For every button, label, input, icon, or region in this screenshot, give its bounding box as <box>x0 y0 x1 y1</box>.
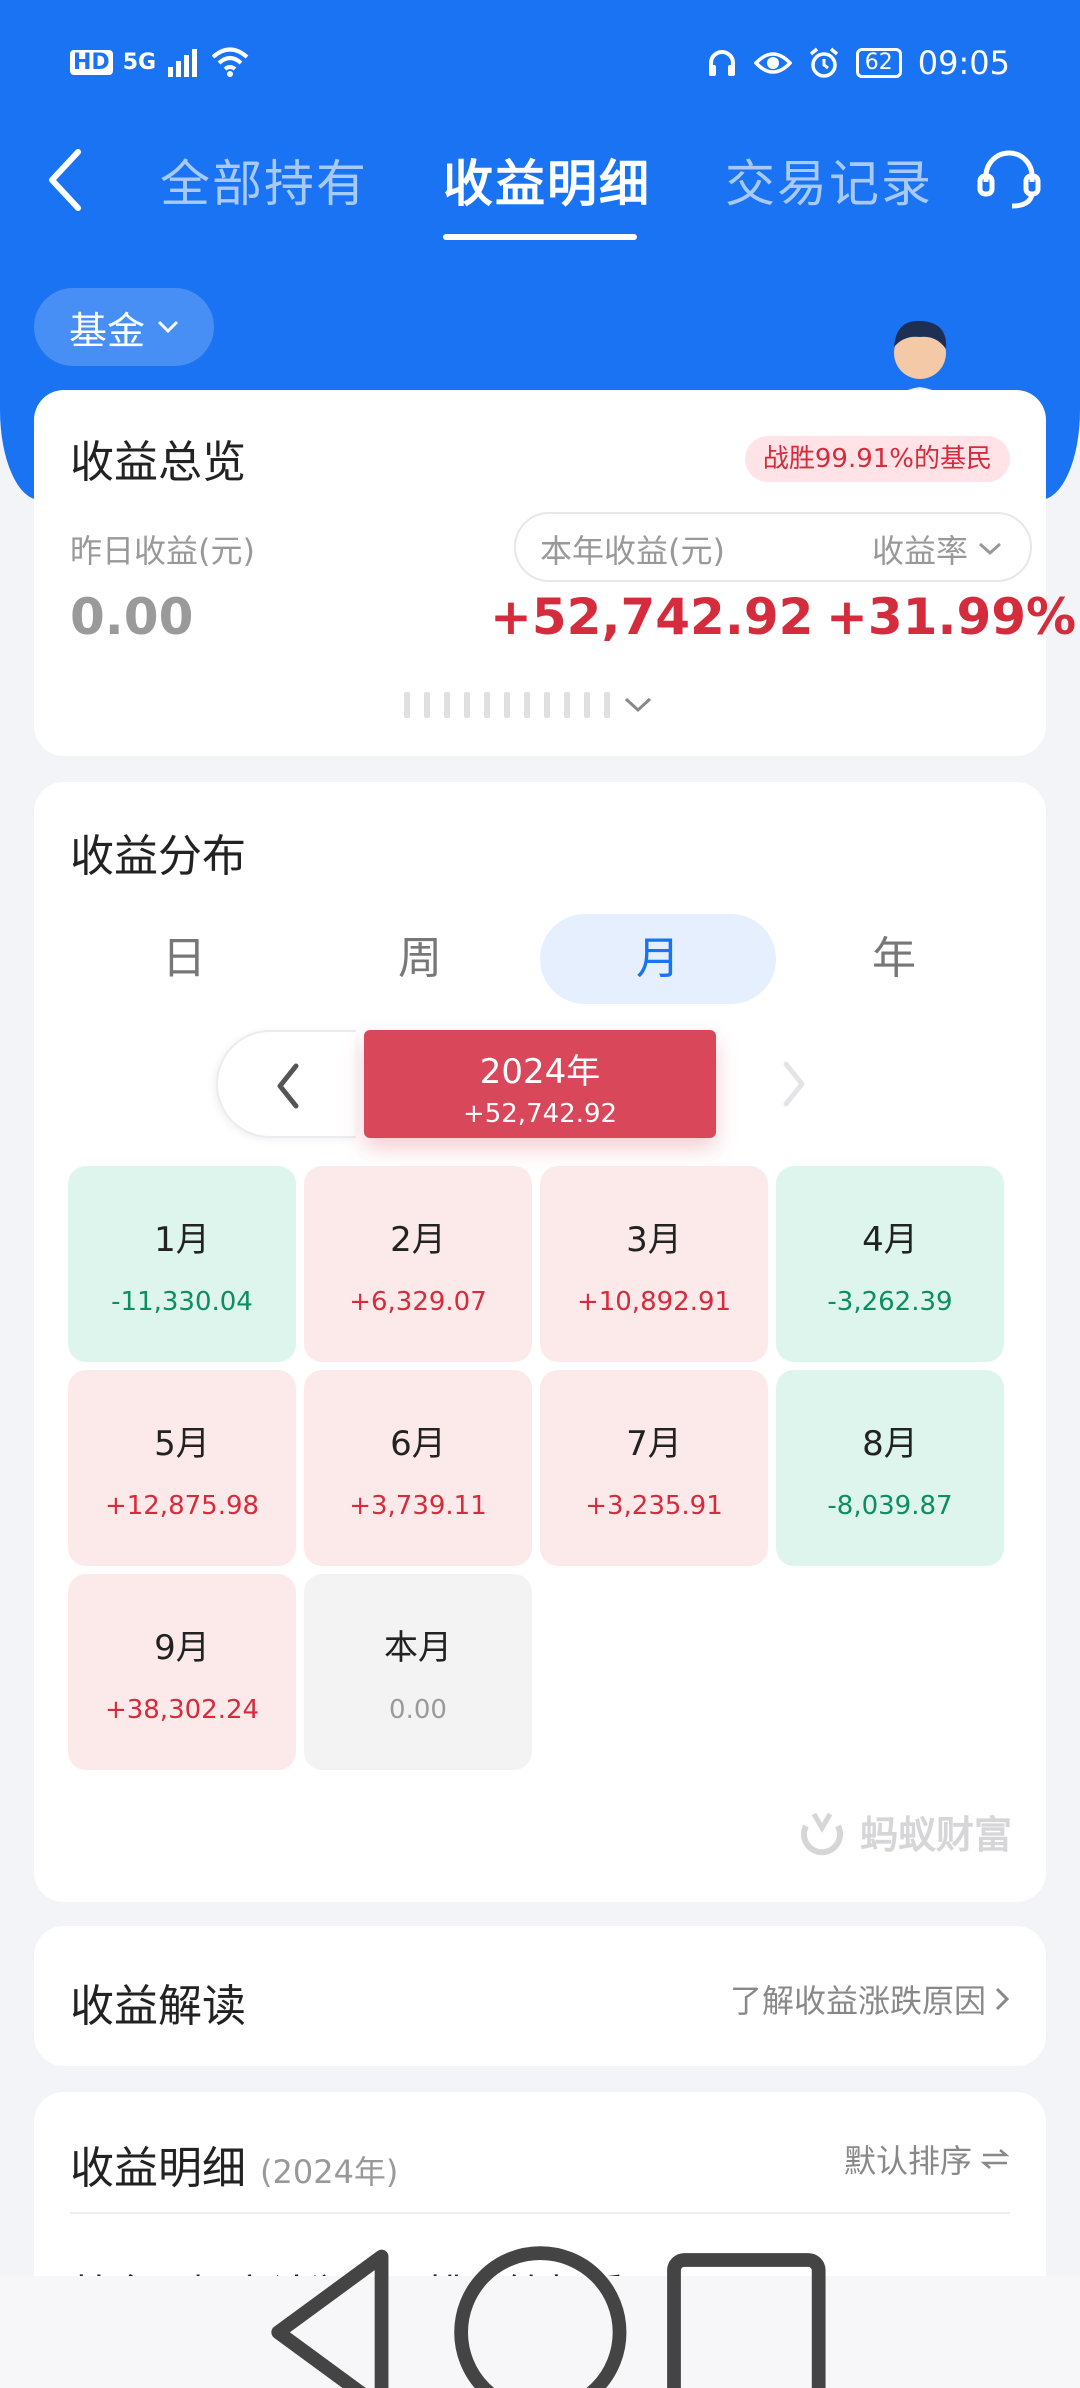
yesterday-earnings-value: 0.00 <box>70 588 194 646</box>
month-value: -3,262.39 <box>827 1287 953 1317</box>
month-label: 5月 <box>154 1424 210 1464</box>
earnings-overview-card: 收益总览 战胜99.91%的基民 昨日收益(元) 0.00 本年收益(元) 收益… <box>34 390 1076 756</box>
expand-more-toggle[interactable] <box>404 692 652 718</box>
chevron-down-icon <box>624 697 652 713</box>
network-label: 5G <box>122 49 157 75</box>
chevron-down-icon <box>157 320 179 334</box>
detail-subtitle: (2024年) <box>260 2153 399 2191</box>
sort-selector[interactable]: 默认排序 <box>844 2136 1010 2182</box>
divider <box>70 2212 1010 2214</box>
month-value: +3,739.11 <box>349 1491 487 1521</box>
tab-all-holdings[interactable]: 全部持有 <box>160 144 368 216</box>
rank-badge: 战胜99.91%的基民 <box>744 436 1010 482</box>
back-icon[interactable] <box>36 140 96 220</box>
selected-year-label: 2024年 <box>479 1052 601 1092</box>
fund-filter-label: 基金 <box>68 308 145 353</box>
month-value: +3,235.91 <box>585 1491 723 1521</box>
month-label: 8月 <box>862 1424 918 1464</box>
system-navigation-bar <box>0 2245 1080 2388</box>
earnings-distribution-card: 收益分布 日 周 月 年 2024年 +52,742.92 1月 -11,330.… <box>34 782 1046 1902</box>
month-cell[interactable]: 6月 +3,739.11 <box>304 1370 532 1566</box>
detail-title: 收益明细 <box>70 2143 246 2194</box>
earnings-interpretation-card[interactable]: 收益解读 了解收益涨跌原因 <box>34 1926 1046 2066</box>
month-value: 0.00 <box>389 1695 447 1725</box>
month-value: -8,039.87 <box>827 1491 953 1521</box>
swap-icon <box>980 2149 1010 2169</box>
segment-week[interactable]: 周 <box>302 914 538 1004</box>
signal-icon <box>168 49 198 77</box>
segment-day[interactable]: 日 <box>66 914 302 1004</box>
month-value: +12,875.98 <box>104 1491 260 1521</box>
alarm-icon <box>809 47 838 78</box>
chevron-right-icon <box>995 1987 1010 2011</box>
rate-selector[interactable]: 收益率 <box>872 526 1002 572</box>
interpretation-title: 收益解读 <box>70 1981 246 2032</box>
fund-filter-dropdown[interactable]: 基金 <box>34 288 214 366</box>
previous-year-button[interactable] <box>216 1030 356 1138</box>
sort-label: 默认排序 <box>843 2142 972 2180</box>
segment-year[interactable]: 年 <box>776 914 1012 1004</box>
month-cell[interactable]: 5月 +12,875.98 <box>68 1370 296 1566</box>
status-right: 62 09:05 <box>706 44 1010 82</box>
month-label: 本月 <box>384 1628 452 1668</box>
back-triangle-icon[interactable] <box>230 2229 437 2388</box>
month-value: +6,329.07 <box>349 1287 487 1317</box>
month-cell[interactable]: 3月 +10,892.91 <box>540 1166 768 1362</box>
hd-badge: HD <box>70 49 113 75</box>
watermark-text: 蚂蚁财富 <box>859 1813 1012 1857</box>
learn-why-link[interactable]: 了解收益涨跌原因 <box>730 1976 1010 2022</box>
month-cell[interactable]: 1月 -11,330.04 <box>68 1166 296 1362</box>
month-cell[interactable]: 8月 -8,039.87 <box>776 1370 1004 1566</box>
eye-icon <box>753 52 792 74</box>
earnings-rate-value: +31.99% <box>826 588 1077 646</box>
rate-label: 收益率 <box>872 532 969 570</box>
detail-title-row: 收益明细 (2024年) <box>70 2132 398 2196</box>
month-label: 3月 <box>626 1220 682 1260</box>
headphones-icon <box>708 50 735 76</box>
month-cell[interactable]: 本月 0.00 <box>304 1574 532 1770</box>
selected-year-value: +52,742.92 <box>462 1099 618 1129</box>
ant-fortune-logo-icon <box>801 1812 843 1855</box>
month-label: 1月 <box>154 1220 210 1260</box>
distribution-title: 收益分布 <box>70 831 246 882</box>
status-left: HD 5G <box>70 46 250 78</box>
month-cell[interactable]: 4月 -3,262.39 <box>776 1166 1004 1362</box>
month-label: 2月 <box>390 1220 446 1260</box>
month-value: +38,302.24 <box>104 1695 260 1725</box>
year-earnings-value: +52,742.92 <box>490 588 814 646</box>
top-navigation: 全部持有 收益明细 交易记录 <box>0 130 1080 250</box>
chevron-left-icon <box>277 1063 299 1109</box>
month-label: 4月 <box>862 1220 918 1260</box>
month-label: 6月 <box>390 1424 446 1464</box>
chevron-down-icon <box>979 542 1002 556</box>
home-circle-icon[interactable] <box>437 2229 644 2388</box>
tab-earnings-detail[interactable]: 收益明细 <box>443 144 651 216</box>
selected-year-box: 2024年 +52,742.92 <box>364 1030 716 1138</box>
month-cell[interactable]: 2月 +6,329.07 <box>304 1166 532 1362</box>
overview-title: 收益总览 <box>70 437 246 488</box>
month-cell[interactable]: 7月 +3,235.91 <box>540 1370 768 1566</box>
battery-icon: 62 <box>855 48 902 78</box>
status-bar: HD 5G 62 09:05 <box>0 0 1080 130</box>
month-cell[interactable]: 9月 +38,302.24 <box>68 1574 296 1770</box>
year-earnings-label: 本年收益(元) <box>540 532 725 570</box>
month-value: +10,892.91 <box>576 1287 732 1317</box>
month-label: 7月 <box>626 1424 682 1464</box>
brand-watermark: 蚂蚁财富 <box>796 1804 1012 1859</box>
tab-transaction-records[interactable]: 交易记录 <box>725 144 933 216</box>
segment-month[interactable]: 月 <box>540 914 776 1004</box>
recents-square-icon[interactable] <box>643 2229 850 2388</box>
learn-why-label: 了解收益涨跌原因 <box>729 1982 986 2020</box>
customer-service-icon[interactable] <box>972 142 1046 216</box>
status-time: 09:05 <box>917 44 1010 82</box>
month-label: 9月 <box>154 1628 210 1668</box>
yesterday-earnings-label: 昨日收益(元) <box>70 532 255 570</box>
active-tab-indicator <box>443 234 637 240</box>
month-value: -11,330.04 <box>111 1287 253 1317</box>
wifi-icon <box>211 47 249 77</box>
chevron-right-icon[interactable] <box>774 1054 814 1114</box>
